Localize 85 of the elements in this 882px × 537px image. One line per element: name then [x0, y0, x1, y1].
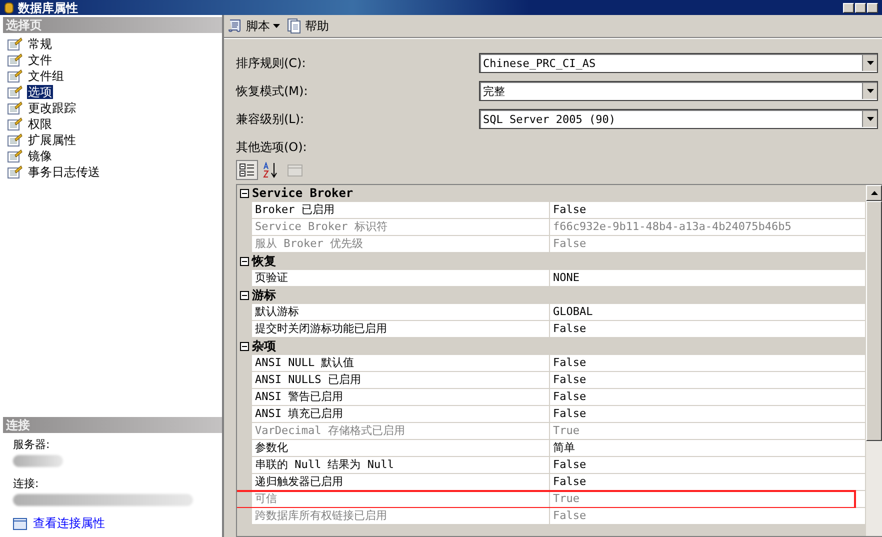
categorized-view-button[interactable]: [236, 160, 258, 180]
property-name: ANSI NULL 默认值: [252, 355, 550, 372]
property-name: 跨数据库所有权链接已启用: [252, 508, 550, 525]
connection-properties-link[interactable]: 查看连接属性: [33, 515, 105, 532]
collapse-icon[interactable]: [240, 342, 249, 351]
property-value[interactable]: False: [550, 372, 866, 389]
page-item[interactable]: 更改跟踪: [27, 101, 77, 115]
section-header: 选择页: [3, 17, 222, 33]
connection-label: 连接:: [13, 476, 40, 491]
page-item[interactable]: 常规: [27, 37, 53, 51]
page-item[interactable]: 扩展属性: [27, 133, 77, 147]
property-name: VarDecimal 存储格式已启用: [252, 423, 550, 440]
close-button[interactable]: [867, 2, 878, 12]
property-name: 串联的 Null 结果为 Null: [252, 457, 550, 474]
property-value[interactable]: 简单: [550, 440, 866, 457]
property-name: 参数化: [252, 440, 550, 457]
page-icon: [7, 53, 23, 67]
property-name: 递归触发器已启用: [252, 474, 550, 491]
sort-icon: [263, 162, 279, 178]
window-title: 数据库属性: [18, 0, 78, 14]
property-value[interactable]: GLOBAL: [550, 304, 866, 321]
page-icon: [7, 165, 23, 179]
properties-icon: [13, 518, 27, 530]
dropdown-field[interactable]: 完整: [479, 81, 878, 101]
property-value[interactable]: False: [550, 389, 866, 406]
server-label: 服务器:: [13, 437, 51, 452]
page-icon: [7, 149, 23, 163]
property-name: ANSI NULLS 已启用: [252, 372, 550, 389]
database-icon: [4, 2, 14, 14]
category-header: 游标: [252, 287, 276, 304]
minimize-button[interactable]: [843, 2, 854, 12]
page-item[interactable]: 文件组: [27, 69, 65, 83]
page-icon: [7, 37, 23, 51]
page-icon: [7, 101, 23, 115]
dropdown-field[interactable]: SQL Server 2005 (90): [479, 109, 878, 129]
categorized-icon: [239, 162, 255, 178]
scroll-icon: [227, 18, 243, 34]
page-item[interactable]: 镜像: [27, 149, 53, 163]
document-icon: [286, 18, 302, 34]
property-name: 页验证: [252, 270, 550, 287]
collapse-icon[interactable]: [240, 189, 249, 198]
property-value[interactable]: False: [550, 406, 866, 423]
script-button[interactable]: 脚本: [227, 18, 280, 34]
dropdown-field[interactable]: Chinese_PRC_CI_AS: [479, 53, 878, 73]
property-value[interactable]: False: [550, 321, 866, 338]
category-header: Service Broker: [252, 185, 354, 202]
category-header: 杂项: [252, 338, 276, 355]
property-value[interactable]: False: [550, 457, 866, 474]
page-icon: [7, 117, 23, 131]
page-icon: [7, 69, 23, 83]
field-label: 兼容级别(L):: [236, 110, 306, 128]
page-item[interactable]: 选项: [27, 85, 53, 99]
field-label: 恢复模式(M):: [236, 82, 309, 100]
page-item[interactable]: 事务日志传送: [27, 165, 101, 179]
property-value[interactable]: False: [550, 355, 866, 372]
property-value[interactable]: False: [550, 202, 866, 219]
property-name: 默认游标: [252, 304, 550, 321]
category-header: 恢复: [252, 253, 276, 270]
caret-icon: [273, 24, 280, 28]
property-name: ANSI 填充已启用: [252, 406, 550, 423]
page-item[interactable]: 文件: [27, 53, 53, 67]
caret-icon: [866, 117, 874, 121]
section-header: 连接: [3, 417, 222, 433]
property-name: Broker 已启用: [252, 202, 550, 219]
property-name: 提交时关闭游标功能已启用: [252, 321, 550, 338]
caret-icon: [866, 89, 874, 93]
caret-icon: [866, 61, 874, 65]
blurred-value: [13, 455, 63, 467]
property-name: ANSI 警告已启用: [252, 389, 550, 406]
page-item[interactable]: 权限: [27, 117, 53, 131]
page-icon: [7, 85, 23, 99]
field-label: 排序规则(C):: [236, 54, 307, 72]
collapse-icon[interactable]: [240, 291, 249, 300]
property-value[interactable]: NONE: [550, 270, 866, 287]
field-label: 其他选项(O):: [236, 139, 308, 156]
pages-icon: [287, 163, 303, 177]
up-arrow-icon: [870, 191, 878, 195]
scrollbar[interactable]: [866, 185, 882, 536]
property-value[interactable]: False: [550, 474, 866, 491]
maximize-button[interactable]: [855, 2, 866, 12]
property-name: Service Broker 标识符: [252, 219, 550, 236]
collapse-icon[interactable]: [240, 257, 249, 266]
property-name: 服从 Broker 优先级: [252, 236, 550, 253]
page-icon: [7, 133, 23, 147]
help-button[interactable]: 帮助: [286, 18, 329, 34]
